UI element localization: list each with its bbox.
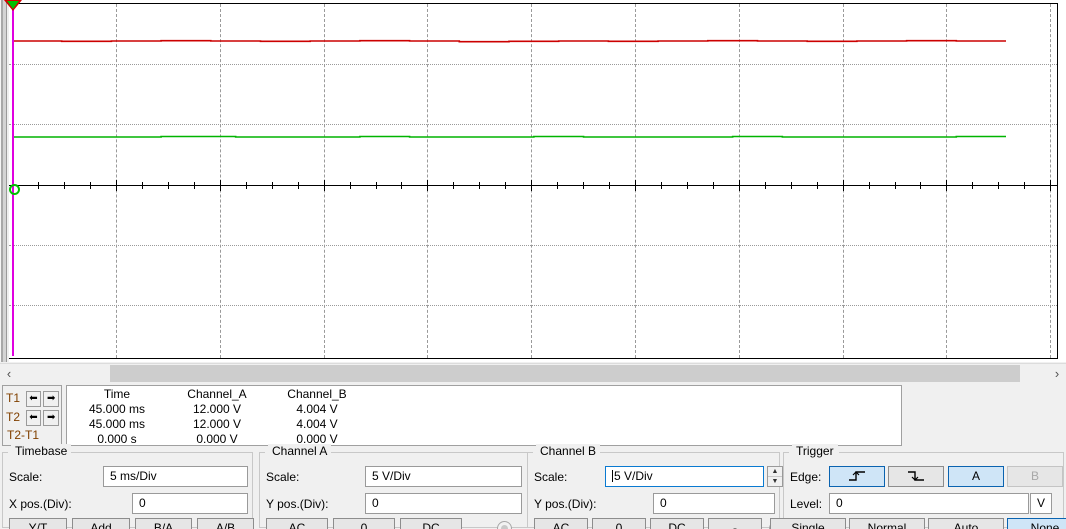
measurement-t2-channel-a: 12.000 V xyxy=(192,416,242,431)
trigger-level-input[interactable]: 0 xyxy=(829,493,1029,514)
cursor-t2-label: T2 xyxy=(6,410,21,424)
channel-b-coupling-gnd-button[interactable]: 0 xyxy=(592,518,646,529)
scroll-right-arrow-icon[interactable]: › xyxy=(1048,364,1066,383)
channel-a-scale-input[interactable]: 5 V/Div xyxy=(365,466,522,487)
cursor-t1-left-button[interactable]: ⬅ xyxy=(25,390,42,407)
display-left-rail xyxy=(0,0,9,362)
timebase-xpos-input[interactable]: 0 xyxy=(132,493,248,514)
timebase-scale-label: Scale: xyxy=(9,470,43,484)
trigger-mode-none-button[interactable]: None xyxy=(1007,518,1066,529)
channel-a-coupling-gnd-button[interactable]: 0 xyxy=(333,518,395,529)
timebase-mode-ba-button[interactable]: B/A xyxy=(135,518,192,529)
channel-a-terminal[interactable] xyxy=(497,521,512,529)
cursor-nav-panel: T1 ⬅ ➡ T2 ⬅ ➡ T2-T1 xyxy=(2,385,62,446)
measurement-diff-channel-a: 0.000 V xyxy=(196,431,238,446)
timebase-xpos-label: X pos.(Div): xyxy=(9,497,72,511)
trigger-source-a-button[interactable]: A xyxy=(948,466,1004,487)
timebase-mode-ab-button[interactable]: A/B xyxy=(197,518,254,529)
cursor-t1-line[interactable] xyxy=(12,4,14,356)
channel-a-ypos-label: Y pos.(Div): xyxy=(266,497,329,511)
channel-a-group: Channel A Scale: 5 V/Div Y pos.(Div): 0 … xyxy=(259,444,528,529)
trigger-falling-edge-button[interactable] xyxy=(888,466,944,487)
cursor-measurement-table: Time Channel_A Channel_B 45.000 ms 12.00… xyxy=(66,385,902,446)
channel-a-ypos-input[interactable]: 0 xyxy=(365,493,522,514)
measurement-t1-time: 45.000 ms xyxy=(88,401,146,416)
cursor-readout-panel: T1 ⬅ ➡ T2 ⬅ ➡ T2-T1 Time Channel_A Chann… xyxy=(0,384,1066,448)
trigger-mode-single-button[interactable]: Single xyxy=(770,518,846,529)
trigger-mode-auto-button[interactable]: Auto xyxy=(928,518,1004,529)
measurement-t2-channel-b: 4.004 V xyxy=(296,416,338,431)
trigger-level-label: Level: xyxy=(790,497,823,511)
channel-b-ypos-input[interactable]: 0 xyxy=(653,493,775,514)
channel-b-coupling-invert-button[interactable]: - xyxy=(708,518,762,529)
cursor-t1-label: T1 xyxy=(6,391,21,405)
measurement-header-channel-b: Channel_B xyxy=(287,386,347,401)
timebase-group-title: Timebase xyxy=(11,444,72,458)
horizontal-scrollbar[interactable]: ‹ › xyxy=(0,363,1066,383)
measurement-t2-time: 45.000 ms xyxy=(88,416,146,431)
channel-b-coupling-ac-button[interactable]: AC xyxy=(534,518,588,529)
timebase-mode-add-button[interactable]: Add xyxy=(72,518,130,529)
trigger-rising-edge-button[interactable] xyxy=(829,466,885,487)
trigger-group: Trigger Edge: A B Ext Level: 0 V Single xyxy=(770,444,1066,529)
measurement-table: Time Channel_A Channel_B 45.000 ms 12.00… xyxy=(67,386,367,446)
cursor-t2-left-button[interactable]: ⬅ xyxy=(25,409,42,426)
falling-edge-icon xyxy=(908,471,924,481)
spinner-up-icon[interactable]: ▲ xyxy=(768,467,782,477)
measurement-t1-channel-b: 4.004 V xyxy=(296,401,338,416)
channel-b-scale-value: 5 V/Div xyxy=(614,469,653,483)
timebase-scale-input[interactable]: 5 ms/Div xyxy=(103,466,248,487)
rising-edge-icon xyxy=(849,471,865,481)
channel-b-scale-input[interactable]: 5 V/Div xyxy=(605,466,764,487)
table-row: 45.000 ms 12.000 V 4.004 V xyxy=(67,416,367,431)
scrollbar-track[interactable] xyxy=(18,364,1048,383)
oscilloscope-display[interactable] xyxy=(0,0,1066,362)
cursor-flag-inner-icon[interactable] xyxy=(7,1,19,9)
measurement-t1-channel-a: 12.000 V xyxy=(192,401,242,416)
trigger-edge-label: Edge: xyxy=(790,470,822,484)
channel-b-group-title: Channel B xyxy=(536,444,601,458)
channel-b-scale-spinner[interactable]: ▲ ▼ xyxy=(767,466,783,487)
trace-channel-b xyxy=(12,135,1006,138)
trace-channel-a xyxy=(12,39,1006,43)
trigger-source-b-button[interactable]: B xyxy=(1007,466,1063,487)
channel-a-scale-label: Scale: xyxy=(266,470,300,484)
cursor-t1-right-button[interactable]: ➡ xyxy=(43,390,59,407)
measurement-diff-time: 0.000 s xyxy=(97,431,137,446)
channel-a-group-title: Channel A xyxy=(268,444,332,458)
trigger-mode-normal-button[interactable]: Normal xyxy=(849,518,925,529)
cursor-t1-row: T1 ⬅ ➡ xyxy=(6,389,61,408)
cursor-diff-label: T2-T1 xyxy=(7,428,40,442)
cursor-t2-row: T2 ⬅ ➡ xyxy=(6,408,61,427)
waveform-plot-area[interactable] xyxy=(9,3,1058,359)
control-panel: Timebase Scale: 5 ms/Div X pos.(Div): 0 … xyxy=(0,444,1066,529)
channel-b-group: Channel B Scale: 5 V/Div ▲ ▼ Y pos.(Div)… xyxy=(527,444,784,529)
measurement-header-channel-a: Channel_A xyxy=(187,386,247,401)
channel-a-coupling-ac-button[interactable]: AC xyxy=(266,518,328,529)
origin-marker-icon[interactable] xyxy=(9,184,20,195)
channel-a-coupling-dc-button[interactable]: DC xyxy=(400,518,462,529)
cursor-t2-right-button[interactable]: ➡ xyxy=(43,409,59,426)
scroll-left-arrow-icon[interactable]: ‹ xyxy=(0,364,18,383)
table-row: 45.000 ms 12.000 V 4.004 V xyxy=(67,401,367,416)
waveform-traces xyxy=(12,39,1006,138)
measurement-header-row: Time Channel_A Channel_B xyxy=(67,386,367,401)
channel-b-ypos-label: Y pos.(Div): xyxy=(534,497,597,511)
measurement-header-time: Time xyxy=(103,386,131,401)
scrollbar-thumb[interactable] xyxy=(110,365,1020,382)
channel-b-coupling-dc-button[interactable]: DC xyxy=(650,518,704,529)
trigger-level-unit[interactable]: V xyxy=(1030,493,1052,514)
trigger-group-title: Trigger xyxy=(792,444,838,458)
timebase-group: Timebase Scale: 5 ms/Div X pos.(Div): 0 … xyxy=(2,444,254,529)
timebase-mode-yt-button[interactable]: Y/T xyxy=(9,518,67,529)
channel-b-scale-label: Scale: xyxy=(534,470,568,484)
spinner-down-icon[interactable]: ▼ xyxy=(768,477,782,486)
